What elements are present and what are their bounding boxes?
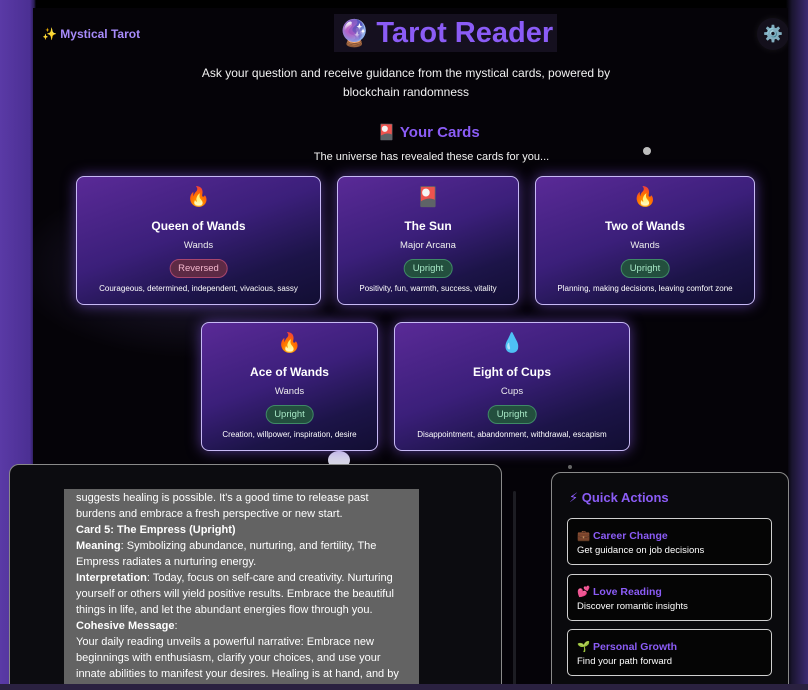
meaning-label: Meaning — [76, 540, 121, 552]
sparkle-dot — [568, 465, 572, 469]
card-suit: Cups — [500, 386, 524, 397]
cards-section-subtitle: The universe has revealed these cards fo… — [313, 151, 550, 163]
card-name: Two of Wands — [605, 219, 685, 233]
orientation-badge: Reversed — [169, 259, 228, 278]
tarot-card[interactable]: 🔥 Ace of Wands Wands Upright Creation, w… — [201, 322, 378, 451]
water-drop-icon: 💧 — [500, 333, 524, 354]
interpretation-label: Interpretation — [76, 572, 147, 584]
cards-section-title: 🎴 Your Cards — [377, 124, 480, 141]
orientation-badge: Upright — [620, 259, 670, 278]
action-subtitle: Get guidance on job decisions — [577, 545, 705, 556]
cohesive-label: Cohesive Message — [76, 620, 175, 632]
tarot-card-icon: 🎴 — [416, 187, 440, 208]
action-career-change[interactable]: 💼 Career Change Get guidance on job deci… — [567, 518, 772, 565]
seedling-icon: 🌱 — [577, 641, 591, 653]
sparkle-dot — [643, 147, 651, 155]
meaning-text: : Symbolizing abundance, nurturing, and … — [76, 540, 377, 568]
tarot-card[interactable]: 🎴 The Sun Major Arcana Upright Positivit… — [337, 176, 519, 305]
card-suit: Major Arcana — [400, 240, 456, 251]
action-personal-growth[interactable]: 🌱 Personal Growth Find your path forward — [567, 629, 772, 676]
page-subtitle: Ask your question and receive guidance f… — [201, 66, 611, 99]
orientation-badge: Upright — [265, 405, 314, 424]
reading-intro: suggests healing is possible. It's a goo… — [76, 492, 369, 520]
card-keywords: Creation, willpower, inspiration, desire — [222, 430, 357, 439]
card-name: Queen of Wands — [151, 219, 246, 233]
card-keywords: Courageous, determined, independent, viv… — [99, 284, 298, 293]
tarot-card[interactable]: 🔥 Queen of Wands Wands Reversed Courageo… — [76, 176, 321, 305]
card-suit: Wands — [183, 240, 214, 251]
orientation-badge: Upright — [403, 259, 453, 278]
fire-icon: 🔥 — [277, 333, 302, 354]
brand-logo[interactable]: ✨ Mystical Tarot — [42, 27, 140, 41]
tarot-card[interactable]: 🔥 Two of Wands Wands Upright Planning, m… — [535, 176, 755, 305]
action-subtitle: Discover romantic insights — [577, 601, 688, 612]
settings-button[interactable]: ⚙️ — [757, 18, 788, 50]
card-name: Eight of Cups — [473, 365, 551, 379]
card-name: Ace of Wands — [250, 365, 329, 379]
page-title-text: Tarot Reader — [376, 16, 554, 49]
action-love-reading[interactable]: 💕 Love Reading Discover romantic insight… — [567, 574, 772, 621]
action-subtitle: Find your path forward — [577, 656, 673, 667]
card-keywords: Positivity, fun, warmth, success, vitali… — [359, 284, 497, 293]
card-suit: Wands — [274, 386, 305, 397]
cohesive-colon: : — [174, 620, 178, 632]
page-title: 🔮 Tarot Reader — [334, 14, 558, 52]
quick-actions-title: ⚡ Quick Actions — [569, 490, 669, 505]
reading-text[interactable]: suggests healing is possible. It's a goo… — [64, 489, 419, 690]
reading-scrollbar[interactable] — [513, 491, 516, 690]
hearts-icon: 💕 — [577, 586, 591, 598]
fire-icon: 🔥 — [633, 187, 657, 208]
crystal-ball-icon: 🔮 — [338, 17, 371, 48]
card-keywords: Disappointment, abandonment, withdrawal,… — [417, 430, 607, 439]
orientation-badge: Upright — [487, 405, 537, 424]
cohesive-text: Your daily reading unveils a powerful na… — [76, 636, 399, 690]
card-name: The Sun — [404, 219, 452, 233]
action-title: 🌱 Personal Growth — [577, 641, 678, 653]
card-keywords: Planning, making decisions, leaving comf… — [557, 284, 733, 293]
gear-icon: ⚙️ — [763, 26, 783, 43]
action-title: 💼 Career Change — [577, 530, 668, 542]
action-title: 💕 Love Reading — [577, 586, 662, 598]
briefcase-icon: 💼 — [577, 530, 591, 542]
window-bottom-edge — [0, 684, 808, 690]
fire-icon: 🔥 — [186, 187, 211, 208]
tarot-card[interactable]: 💧 Eight of Cups Cups Upright Disappointm… — [394, 322, 630, 451]
card-suit: Wands — [630, 240, 660, 251]
card5-heading: Card 5: The Empress (Upright) — [76, 524, 236, 536]
